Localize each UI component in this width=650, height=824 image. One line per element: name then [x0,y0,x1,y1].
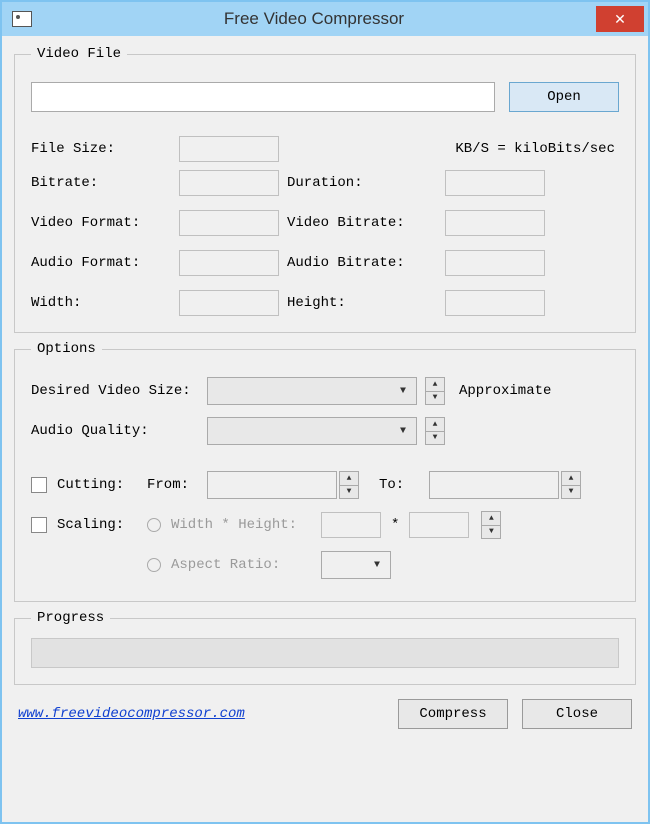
cutting-checkbox[interactable] [31,477,47,493]
titlebar: Free Video Compressor ✕ [2,2,648,36]
video-format-value [179,210,279,236]
wh-label: Width * Height: [171,517,311,533]
chevron-down-icon: ▼ [368,560,386,571]
approximate-label: Approximate [459,383,551,399]
duration-value [445,170,545,196]
aspect-combo[interactable]: ▼ [321,551,391,579]
scaling-label: Scaling: [57,517,137,533]
video-file-group: Video File Open File Size: KB/S = kiloBi… [14,46,636,333]
scale-spinner[interactable]: ▲ ▼ [481,511,501,539]
up-arrow-icon[interactable]: ▲ [339,471,359,485]
app-window: Free Video Compressor ✕ Video File Open … [0,0,650,824]
audio-bitrate-label: Audio Bitrate: [287,255,437,271]
up-arrow-icon[interactable]: ▲ [481,511,501,525]
file-path-input[interactable] [31,82,495,112]
up-arrow-icon[interactable]: ▲ [425,377,445,391]
desired-size-combo[interactable]: ▼ [207,377,417,405]
close-button[interactable]: Close [522,699,632,729]
bitrate-label: Bitrate: [31,175,171,191]
audio-quality-combo[interactable]: ▼ [207,417,417,445]
footer: www.freevideocompressor.com Compress Clo… [14,693,636,729]
video-file-legend: Video File [31,46,127,62]
app-icon [12,11,32,27]
audio-format-value [179,250,279,276]
down-arrow-icon[interactable]: ▼ [481,525,501,540]
video-format-label: Video Format: [31,215,171,231]
desired-size-spinner[interactable]: ▲ ▼ [425,377,445,405]
up-arrow-icon[interactable]: ▲ [561,471,581,485]
aspect-label: Aspect Ratio: [171,557,311,573]
close-icon: ✕ [614,11,626,28]
options-group: Options Desired Video Size: ▼ ▲ ▼ Approx… [14,341,636,602]
window-title: Free Video Compressor [32,9,596,29]
progress-legend: Progress [31,610,110,626]
scaling-checkbox[interactable] [31,517,47,533]
height-label: Height: [287,295,437,311]
from-label: From: [147,477,197,493]
duration-label: Duration: [287,175,437,191]
file-size-label: File Size: [31,141,171,157]
width-value [179,290,279,316]
video-bitrate-label: Video Bitrate: [287,215,437,231]
audio-quality-label: Audio Quality: [31,423,201,439]
progress-group: Progress [14,610,636,685]
audio-quality-spinner[interactable]: ▲ ▼ [425,417,445,445]
website-link[interactable]: www.freevideocompressor.com [18,706,245,722]
cutting-label: Cutting: [57,477,137,493]
to-spinbox[interactable]: ▲ ▼ [429,471,581,499]
desired-size-label: Desired Video Size: [31,383,201,399]
audio-bitrate-value [445,250,545,276]
height-value [445,290,545,316]
to-label: To: [379,477,419,493]
open-button[interactable]: Open [509,82,619,112]
wh-radio[interactable] [147,518,161,532]
compress-button[interactable]: Compress [398,699,508,729]
down-arrow-icon[interactable]: ▼ [425,391,445,406]
scale-width-value [321,512,381,538]
window-close-button[interactable]: ✕ [596,6,644,32]
progress-bar [31,638,619,668]
audio-format-label: Audio Format: [31,255,171,271]
down-arrow-icon[interactable]: ▼ [425,431,445,446]
client-area: Video File Open File Size: KB/S = kiloBi… [2,36,648,822]
bitrate-value [179,170,279,196]
options-legend: Options [31,341,102,357]
width-label: Width: [31,295,171,311]
chevron-down-icon: ▼ [394,386,412,397]
kb-note: KB/S = kiloBits/sec [287,141,619,157]
from-spinbox[interactable]: ▲ ▼ [207,471,359,499]
scale-height-value [409,512,469,538]
aspect-radio[interactable] [147,558,161,572]
down-arrow-icon[interactable]: ▼ [339,485,359,500]
file-size-value [179,136,279,162]
chevron-down-icon: ▼ [394,426,412,437]
up-arrow-icon[interactable]: ▲ [425,417,445,431]
video-bitrate-value [445,210,545,236]
down-arrow-icon[interactable]: ▼ [561,485,581,500]
star-label: * [391,517,399,533]
